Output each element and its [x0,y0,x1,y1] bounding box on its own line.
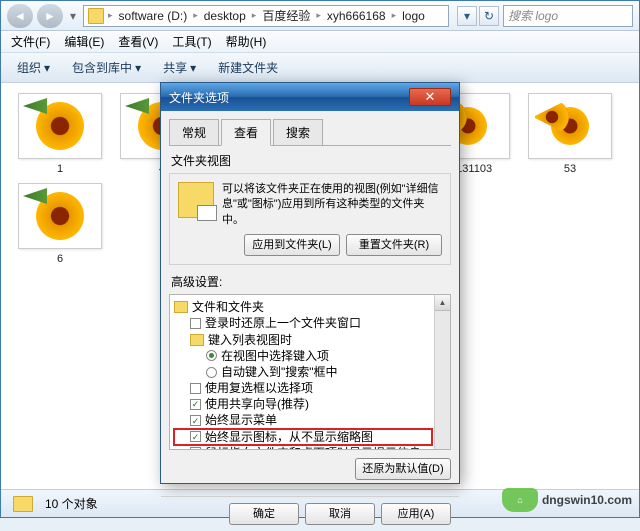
folder-icon [88,8,104,24]
dialog-body: 常规 查看 搜索 文件夹视图 可以将该文件夹正在使用的视图(例如"详细信息"或"… [161,111,459,496]
tabs: 常规 查看 搜索 [169,119,451,146]
search-input[interactable]: 搜索 logo [503,5,633,27]
tab-view[interactable]: 查看 [221,119,271,146]
restore-defaults-button[interactable]: 还原为默认值(D) [355,458,451,480]
menu-help[interactable]: 帮助(H) [220,31,273,52]
list-item[interactable]: 53 [521,93,619,175]
folder-icon [174,301,188,313]
checkbox[interactable]: ✓ [190,431,201,442]
scroll-up-icon[interactable]: ▲ [435,295,450,311]
status-text: 10 个对象 [45,495,98,512]
back-button[interactable]: ◄ [7,4,33,28]
list-item[interactable]: 6 [11,183,109,265]
menu-file[interactable]: 文件(F) [5,31,56,52]
radio[interactable] [206,367,217,378]
section-advanced: 高级设置: [171,273,451,290]
cancel-button[interactable]: 取消 [305,503,375,525]
tab-general[interactable]: 常规 [169,119,219,146]
menu-edit[interactable]: 编辑(E) [58,31,110,52]
dropdown-icon[interactable]: ▾ [457,6,477,26]
item-label: 6 [57,253,63,265]
breadcrumb[interactable]: software (D:) [117,8,190,24]
ok-button[interactable]: 确定 [229,503,299,525]
watermark-badge-icon: ⌂ [502,488,538,512]
refresh-icon[interactable]: ↻ [479,6,499,26]
folder-view-group: 可以将该文件夹正在使用的视图(例如"详细信息"或"图标")应用到所有这种类型的文… [169,173,451,265]
tab-search[interactable]: 搜索 [273,119,323,146]
section-folder-view: 文件夹视图 [171,152,451,169]
chevron-right-icon: ▸ [108,10,113,21]
breadcrumb[interactable]: xyh666168 [325,8,388,24]
item-label: 1 [57,163,63,175]
folder-icon [13,496,33,512]
include-library-button[interactable]: 包含到库中 ▾ [64,56,149,79]
dialog-title: 文件夹选项 [169,89,229,106]
apply-to-folders-button[interactable]: 应用到文件夹(L) [244,234,340,256]
breadcrumb[interactable]: logo [400,8,427,24]
address-buttons: ▾ ↻ [457,6,499,26]
scrollbar[interactable]: ▲ [434,295,450,449]
chevron-right-icon: ▸ [252,10,257,21]
item-label: 53 [564,163,576,175]
breadcrumb[interactable]: 百度经验 [260,6,312,25]
checkbox[interactable]: ✓ [190,447,201,450]
chevron-right-icon: ▸ [316,10,321,21]
dialog-titlebar[interactable]: 文件夹选项 ✕ [161,83,459,111]
watermark: ⌂ dngswin10.com [502,488,632,512]
nav-toolbar: ◄ ► ▾ ▸ software (D:) ▸ desktop ▸ 百度经验 ▸… [1,1,639,31]
menu-tools[interactable]: 工具(T) [166,31,217,52]
checkbox[interactable] [190,318,201,329]
close-button[interactable]: ✕ [409,88,451,106]
chevron-right-icon: ▸ [193,10,198,21]
folder-icon [190,334,204,346]
forward-button[interactable]: ► [37,4,63,28]
organize-button[interactable]: 组织 ▾ [9,56,58,79]
apply-button[interactable]: 应用(A) [381,503,451,525]
radio[interactable] [206,350,217,361]
command-bar: 组织 ▾ 包含到库中 ▾ 共享 ▾ 新建文件夹 [1,53,639,83]
menu-view[interactable]: 查看(V) [112,31,164,52]
folder-view-text: 可以将该文件夹正在使用的视图(例如"详细信息"或"图标")应用到所有这种类型的文… [222,182,442,228]
history-dropdown[interactable]: ▾ [67,9,79,23]
address-bar[interactable]: ▸ software (D:) ▸ desktop ▸ 百度经验 ▸ xyh66… [83,5,449,27]
dialog-footer: 确定 取消 应用(A) [161,496,459,531]
checkbox[interactable]: ✓ [190,399,201,410]
highlighted-option[interactable]: ✓始终显示图标，从不显示缩略图 [174,429,432,445]
menubar: 文件(F) 编辑(E) 查看(V) 工具(T) 帮助(H) [1,31,639,53]
breadcrumb[interactable]: desktop [202,8,248,24]
share-button[interactable]: 共享 ▾ [155,56,204,79]
folder-view-icon [178,182,214,218]
advanced-settings-list[interactable]: 文件和文件夹 登录时还原上一个文件夹窗口 键入列表视图时 在视图中选择键入项 自… [169,294,451,450]
new-folder-button[interactable]: 新建文件夹 [210,56,286,79]
checkbox[interactable] [190,383,201,394]
folder-options-dialog: 文件夹选项 ✕ 常规 查看 搜索 文件夹视图 可以将该文件夹正在使用的视图(例如… [160,82,460,484]
checkbox[interactable]: ✓ [190,415,201,426]
list-item[interactable]: 1 [11,93,109,175]
reset-folders-button[interactable]: 重置文件夹(R) [346,234,442,256]
chevron-right-icon: ▸ [392,10,397,21]
